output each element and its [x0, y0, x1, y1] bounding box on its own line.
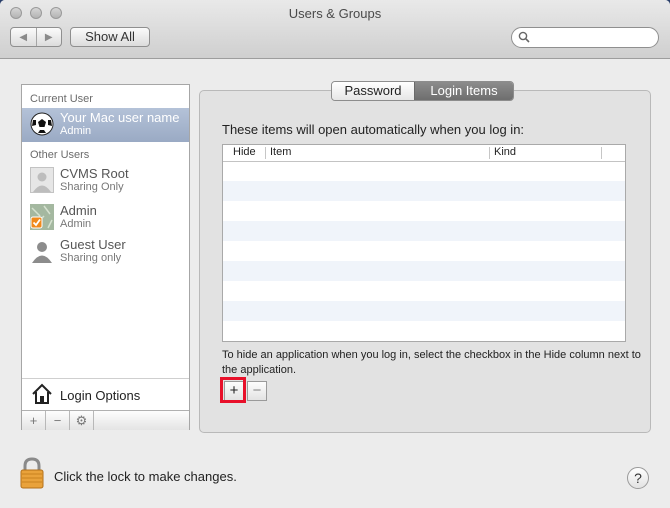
add-button-highlight	[220, 377, 246, 403]
other-users-heading: Other Users	[30, 149, 90, 161]
user-name: Guest User	[60, 237, 126, 252]
left-arrow-icon: ◀	[19, 31, 28, 43]
hide-hint-text: To hide an application when you log in, …	[222, 349, 641, 376]
column-header-kind[interactable]: Kind	[494, 146, 516, 158]
user-item-admin[interactable]: Admin Admin	[22, 201, 189, 235]
login-options-item[interactable]: Login Options	[22, 378, 189, 411]
generic-user-avatar-icon	[30, 167, 54, 193]
login-options-label: Login Options	[60, 388, 141, 403]
column-header-hide[interactable]: Hide	[233, 146, 256, 158]
right-arrow-icon: ▶	[44, 31, 53, 43]
back-forward-control: ◀ ▶	[10, 27, 62, 47]
gear-icon[interactable]: ⚙	[70, 411, 94, 430]
login-items-intro: These items will open automatically when…	[222, 122, 525, 137]
user-name: Your Mac user name	[60, 110, 180, 125]
tab-login-items[interactable]: Login Items	[414, 82, 513, 100]
house-icon	[32, 383, 52, 404]
show-all-button[interactable]: Show All	[70, 27, 150, 47]
user-role: Sharing Only	[60, 181, 124, 193]
lock-message: Click the lock to make changes.	[54, 469, 237, 484]
flower-photo-avatar-icon	[30, 204, 54, 230]
table-row	[223, 161, 625, 181]
table-row	[223, 281, 625, 301]
user-role: Admin	[60, 125, 92, 137]
user-item-cvms-root[interactable]: CVMS Root Sharing Only	[22, 164, 189, 198]
forward-button[interactable]: ▶	[35, 28, 62, 46]
user-item-current[interactable]: Your Mac user name Admin	[22, 108, 189, 142]
remove-user-button[interactable]: −	[46, 411, 70, 430]
column-header-item[interactable]: Item	[270, 146, 291, 158]
back-button[interactable]: ◀	[11, 28, 36, 46]
user-name: Admin	[60, 203, 97, 218]
users-action-bar: + − ⚙	[22, 410, 189, 430]
login-items-table[interactable]: Hide Item Kind	[222, 144, 626, 342]
tab-password[interactable]: Password	[332, 82, 414, 100]
table-header: Hide Item Kind	[223, 145, 625, 162]
search-icon	[518, 31, 530, 43]
users-groups-window: Users & Groups ◀ ▶ Show All Current User…	[0, 0, 670, 508]
table-row	[223, 301, 625, 321]
title-bar: Users & Groups ◀ ▶ Show All	[0, 0, 670, 59]
guest-user-silhouette-icon	[32, 242, 52, 263]
users-list: Current User Your Mac user name Admin Ot…	[21, 84, 190, 430]
user-name: CVMS Root	[60, 166, 129, 181]
table-row	[223, 201, 625, 221]
current-user-heading: Current User	[30, 93, 93, 105]
user-role: Sharing only	[60, 252, 122, 264]
lock-icon[interactable]	[20, 457, 44, 489]
table-row	[223, 321, 625, 341]
soccer-ball-avatar-icon	[30, 112, 54, 136]
user-item-guest[interactable]: Guest User Sharing only	[22, 235, 189, 269]
tab-bar: Password Login Items	[331, 81, 514, 101]
table-row	[223, 261, 625, 281]
window-title: Users & Groups	[288, 6, 382, 21]
table-row	[223, 221, 625, 241]
remove-login-item-button[interactable]: −	[247, 381, 267, 401]
table-row	[223, 241, 625, 261]
add-user-button[interactable]: +	[22, 411, 46, 430]
help-button[interactable]: ?	[627, 467, 649, 489]
user-role: Admin	[60, 218, 92, 230]
search-field[interactable]	[511, 27, 659, 48]
table-row	[223, 181, 625, 201]
